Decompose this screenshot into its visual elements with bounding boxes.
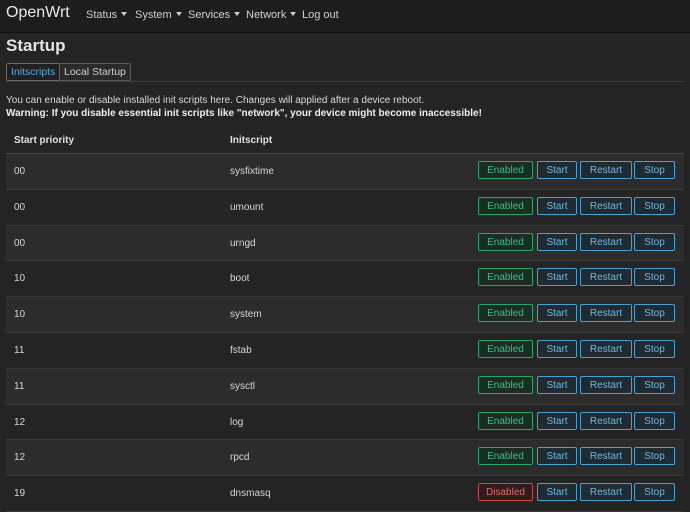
stop-button[interactable]: Stop (634, 196, 675, 215)
restart-button[interactable]: Restart (580, 339, 632, 358)
nav-menu-label: System (135, 9, 172, 21)
tab-local-startup[interactable]: Local Startup (59, 63, 131, 81)
table-row: 12 rpcd Enabled Start Restart Stop (6, 440, 684, 477)
top-navbar: OpenWrt Status System Services Network L… (0, 0, 690, 33)
table-row: 10 system Enabled Start Restart Stop (6, 297, 684, 333)
initscript-name-cell: rpcd (230, 452, 250, 464)
restart-button[interactable]: Restart (580, 268, 632, 287)
initscripts-table: Start priority Initscript 00 sysfixtime En… (6, 127, 684, 512)
priority-cell: 00 (14, 237, 26, 249)
caret-down-icon (290, 12, 297, 16)
initscript-name-cell: log (230, 416, 244, 428)
stop-button[interactable]: Stop (634, 483, 675, 502)
restart-button[interactable]: Restart (580, 483, 632, 502)
restart-button[interactable]: Restart (580, 161, 632, 179)
disable-toggle-button[interactable]: Disabled (478, 483, 533, 502)
stop-button[interactable]: Stop (634, 339, 675, 358)
start-button[interactable]: Start (537, 411, 577, 430)
table-row: 19 dnsmasq Disabled Start Restart Stop (6, 476, 684, 512)
table-row: 00 urngd Enabled Start Restart Stop (6, 225, 684, 262)
start-button[interactable]: Start (537, 232, 577, 251)
restart-button[interactable]: Restart (580, 447, 632, 466)
initscript-name-cell: system (230, 309, 262, 321)
enable-toggle-button[interactable]: Enabled (478, 447, 533, 466)
stop-button[interactable]: Stop (634, 447, 675, 466)
restart-button[interactable]: Restart (580, 304, 632, 323)
enable-toggle-button[interactable]: Enabled (478, 268, 533, 287)
table-body: 00 sysfixtime Enabled Start Restart Stop 00 umo… (6, 154, 684, 512)
enable-toggle-button[interactable]: Enabled (478, 196, 533, 215)
enable-toggle-button[interactable]: Enabled (478, 304, 533, 323)
initscript-name-cell: sysctl (230, 380, 255, 392)
priority-cell: 12 (14, 452, 26, 464)
nav-menu-services[interactable]: Services (188, 9, 241, 21)
enable-toggle-button[interactable]: Enabled (478, 161, 533, 179)
table-row: 11 fstab Enabled Start Restart Stop (6, 332, 684, 369)
initscript-name-cell: sysfixtime (230, 166, 274, 177)
column-header-priority: Start priority (14, 135, 75, 146)
initscript-name-cell: umount (230, 201, 264, 213)
initscript-name-cell: dnsmasq (230, 488, 271, 500)
page-title: Startup (6, 36, 66, 55)
initscript-name-cell: fstab (230, 344, 252, 356)
nav-menu-label: Network (246, 9, 287, 21)
priority-cell: 10 (14, 273, 26, 285)
stop-button[interactable]: Stop (634, 268, 675, 287)
priority-cell: 12 (14, 416, 26, 428)
start-button[interactable]: Start (537, 161, 577, 179)
tab-divider (6, 81, 684, 82)
table-row: 00 umount Enabled Start Restart Stop (6, 189, 684, 226)
table-row: 10 boot Enabled Start Restart Stop (6, 261, 684, 298)
start-button[interactable]: Start (537, 447, 577, 466)
nav-menu-label: Status (86, 9, 118, 21)
enable-toggle-button[interactable]: Enabled (478, 232, 533, 251)
nav-menu-system[interactable]: System (135, 9, 182, 21)
priority-cell: 10 (14, 309, 26, 321)
stop-button[interactable]: Stop (634, 411, 675, 430)
stop-button[interactable]: Stop (634, 375, 675, 394)
description-text: You can enable or disable installed init… (6, 95, 425, 106)
nav-menu-label: Log out (302, 9, 339, 21)
start-button[interactable]: Start (537, 268, 577, 287)
priority-cell: 11 (14, 344, 25, 356)
stop-button[interactable]: Stop (634, 232, 675, 251)
enable-toggle-button[interactable]: Enabled (478, 339, 533, 358)
nav-menu-status[interactable]: Status (86, 9, 128, 21)
table-header: Start priority Initscript (6, 127, 684, 154)
initscript-name-cell: urngd (230, 237, 256, 249)
table-row: 12 log Enabled Start Restart Stop (6, 404, 684, 441)
brand-logo[interactable]: OpenWrt (6, 4, 70, 22)
warning-text: Warning: If you disable essential init s… (6, 108, 482, 119)
nav-menu-label: Services (188, 9, 231, 21)
start-button[interactable]: Start (537, 483, 577, 502)
nav-logout-link[interactable]: Log out (302, 9, 339, 21)
table-row: 00 sysfixtime Enabled Start Restart Stop (6, 154, 684, 190)
priority-cell: 00 (14, 166, 26, 177)
caret-down-icon (175, 12, 182, 16)
caret-down-icon (121, 12, 128, 16)
start-button[interactable]: Start (537, 196, 577, 215)
restart-button[interactable]: Restart (580, 411, 632, 430)
nav-menu-network[interactable]: Network (246, 9, 297, 21)
stop-button[interactable]: Stop (634, 161, 675, 179)
stop-button[interactable]: Stop (634, 304, 675, 323)
enable-toggle-button[interactable]: Enabled (478, 375, 533, 394)
priority-cell: 00 (14, 201, 26, 213)
enable-toggle-button[interactable]: Enabled (478, 411, 533, 430)
priority-cell: 11 (14, 380, 25, 392)
start-button[interactable]: Start (537, 339, 577, 358)
restart-button[interactable]: Restart (580, 196, 632, 215)
restart-button[interactable]: Restart (580, 232, 632, 251)
initscript-name-cell: boot (230, 273, 250, 285)
start-button[interactable]: Start (537, 375, 577, 394)
restart-button[interactable]: Restart (580, 375, 632, 394)
column-header-initscript: Initscript (230, 135, 273, 146)
caret-down-icon (234, 12, 241, 16)
priority-cell: 19 (14, 488, 26, 500)
table-row: 11 sysctl Enabled Start Restart Stop (6, 368, 684, 405)
start-button[interactable]: Start (537, 304, 577, 323)
tab-initscripts[interactable]: Initscripts (6, 63, 61, 81)
